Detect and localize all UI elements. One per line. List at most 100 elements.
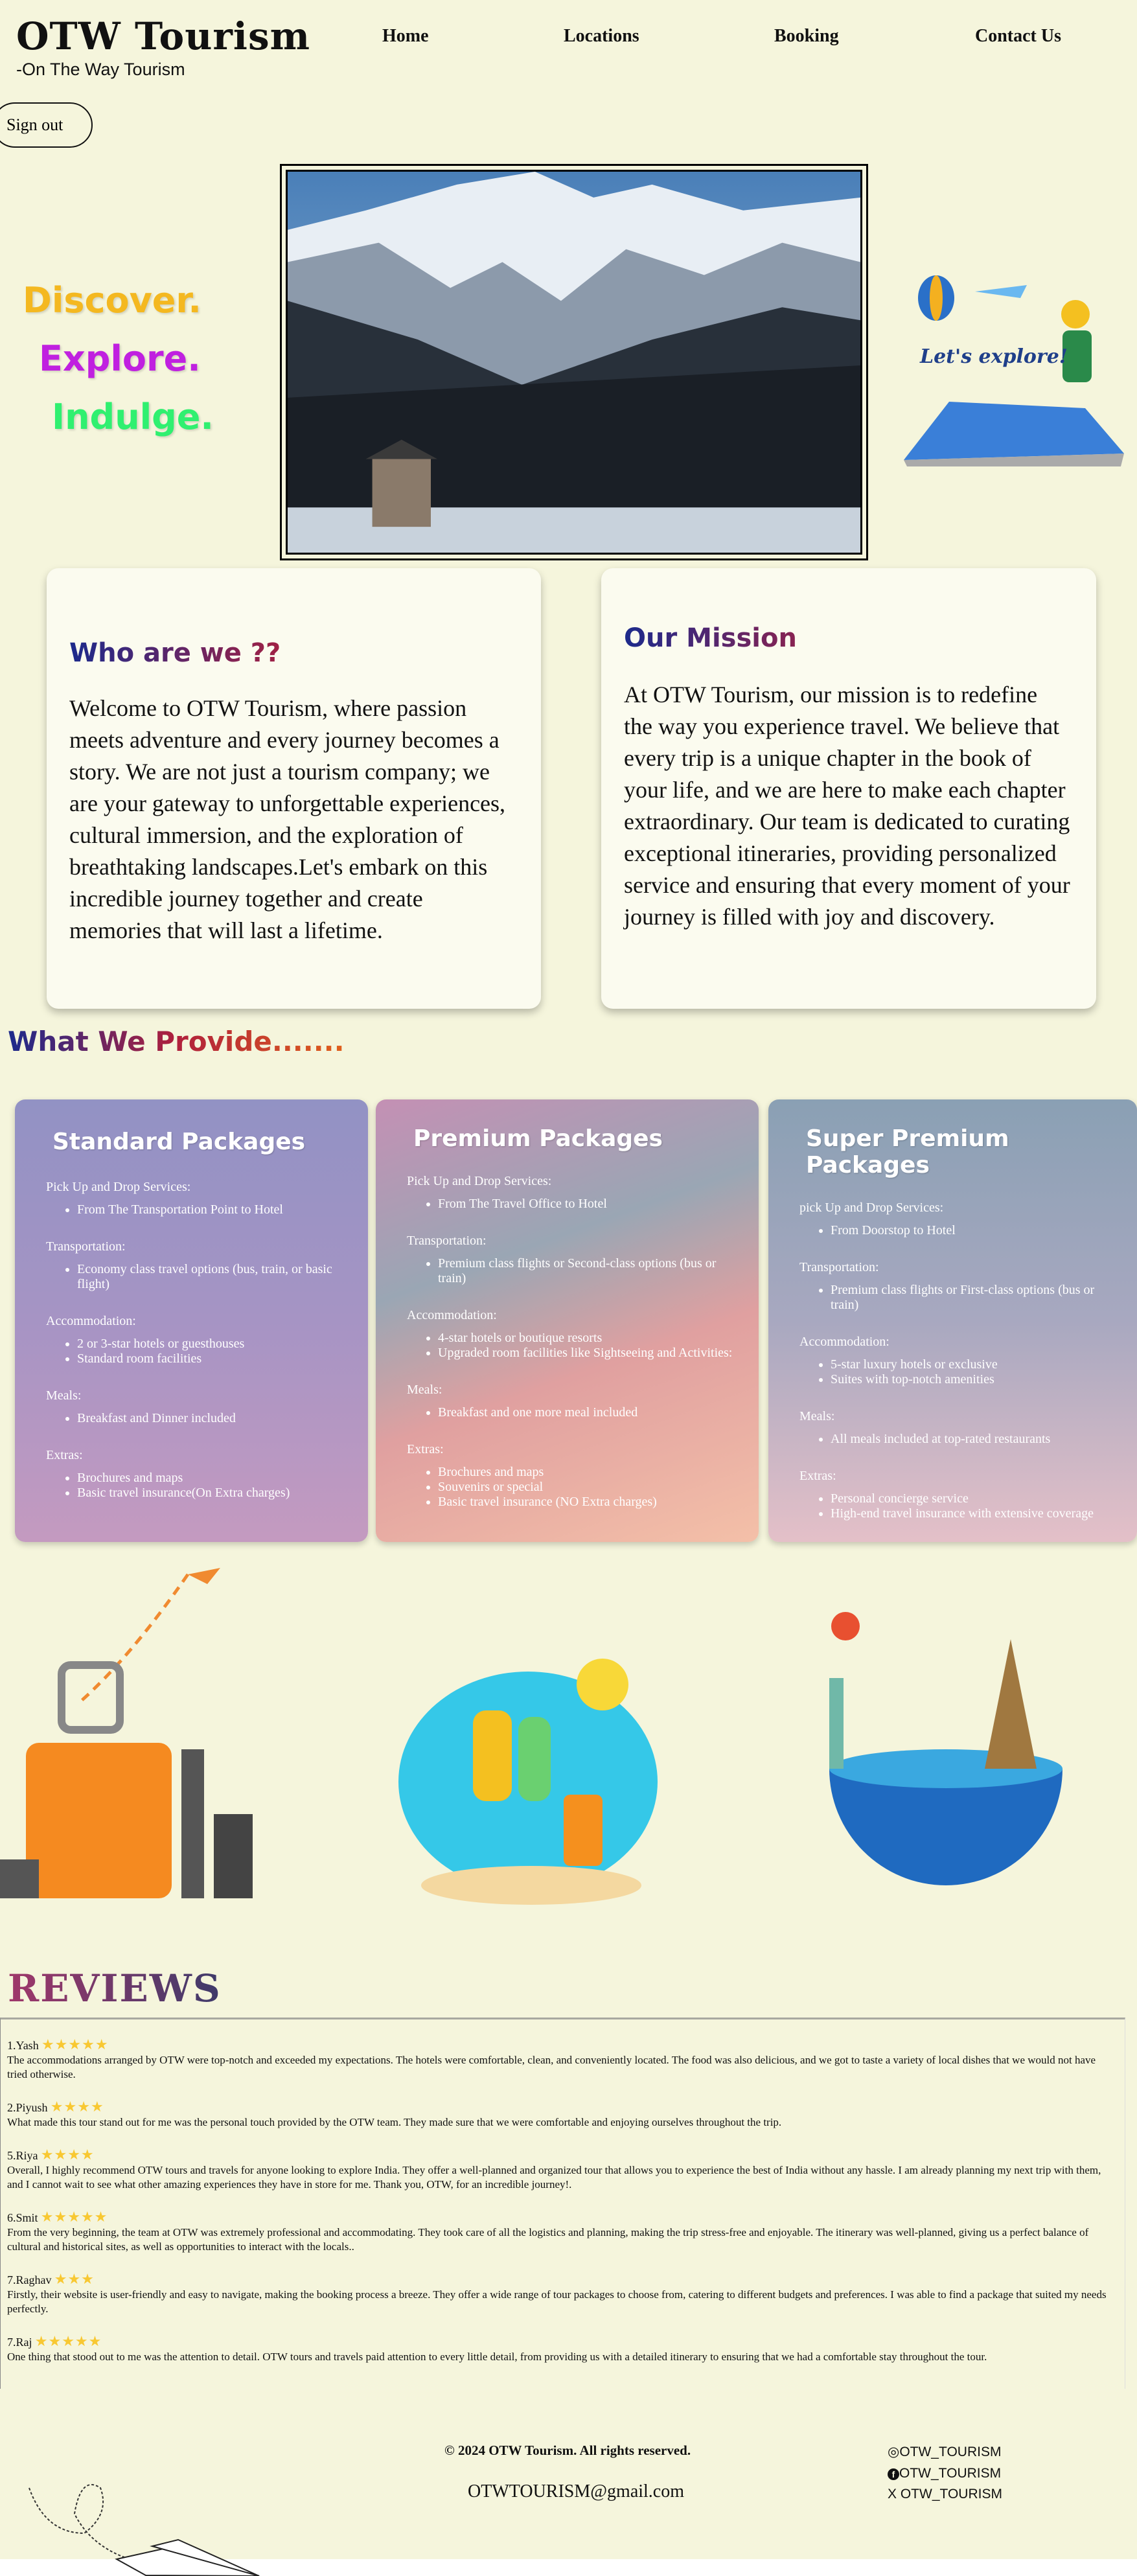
paper-plane-icon	[29, 2484, 260, 2576]
package-title: Premium Packages	[413, 1125, 663, 1152]
package-section-label: Meals:	[46, 1388, 82, 1403]
mountain-photo	[286, 170, 862, 555]
copyright-text: © 2024 OTW Tourism. All rights reserved.	[444, 2443, 691, 2458]
package-feature: 4-star hotels or boutique resorts	[438, 1331, 741, 1346]
package-feature: Brochures and maps	[438, 1465, 741, 1480]
package-section-label: Extras:	[407, 1442, 444, 1456]
lets-explore-text: Let's explore!	[919, 345, 1068, 368]
package-feature-list: 4-star hotels or boutique resortsUpgrade…	[438, 1331, 741, 1361]
site-tagline: -On The Way Tourism	[16, 60, 185, 79]
star-rating-icon: ★★★★	[50, 2099, 104, 2115]
package-feature: Breakfast and one more meal included	[438, 1405, 741, 1420]
package-feature: High-end travel insurance with extensive…	[831, 1506, 1119, 1521]
reviewer-name: 7.Raj	[7, 2336, 32, 2349]
review-item: 7.Raghav ★★★ Firstly, their website is us…	[7, 2272, 1115, 2316]
package-section-label: Transportation:	[799, 1260, 879, 1274]
package-feature-list: 5-star luxury hotels or exclusiveSuites …	[831, 1357, 1119, 1387]
package-feature: From The Transportation Point to Hotel	[77, 1202, 350, 1217]
instagram-icon: ◎	[888, 2444, 900, 2459]
x-icon: X	[888, 2487, 901, 2501]
package-section-label: Pick Up and Drop Services:	[407, 1174, 552, 1188]
package-feature: From The Travel Office to Hotel	[438, 1197, 741, 1212]
package-feature: 5-star luxury hotels or exclusive	[831, 1357, 1119, 1372]
package-feature-list: From The Travel Office to Hotel	[438, 1197, 741, 1212]
about-card: Who are we ?? Welcome to OTW Tourism, wh…	[47, 568, 541, 1009]
social-x[interactable]: X OTW_TOURISM	[888, 2487, 1002, 2502]
nav-home[interactable]: Home	[382, 26, 429, 47]
review-text: Overall, I highly recommend OTW tours an…	[7, 2164, 1101, 2191]
contact-email[interactable]: OTWTOURISM@gmail.com	[468, 2481, 684, 2502]
nav-contact-us[interactable]: Contact Us	[975, 26, 1061, 47]
mission-title: Our Mission	[624, 623, 1096, 653]
package-feature-list: Personal concierge serviceHigh-end trave…	[831, 1491, 1119, 1521]
tagline-indulge: Indulge.	[52, 397, 214, 437]
package-feature: Suites with top-notch amenities	[831, 1372, 1119, 1387]
package-section-label: Extras:	[799, 1469, 836, 1483]
family-beach-icon	[398, 1659, 658, 1905]
package-feature-list: From Doorstop to Hotel	[831, 1223, 1119, 1238]
package-section-label: Extras:	[46, 1448, 83, 1462]
review-item: 6.Smit ★★★★★ From the very beginning, the…	[7, 2210, 1115, 2254]
family-vacation-illustration	[389, 1633, 667, 1905]
package-feature-list: From The Transportation Point to Hotel	[77, 1202, 350, 1217]
package-feature: From Doorstop to Hotel	[831, 1223, 1119, 1238]
nav-booking[interactable]: Booking	[774, 26, 839, 47]
about-text: Welcome to OTW Tourism, where passion me…	[69, 695, 506, 943]
review-text: One thing that stood out to me was the a…	[7, 2351, 987, 2363]
facebook-icon: f	[888, 2468, 899, 2480]
package-feature-list: 2 or 3-star hotels or guesthousesStandar…	[77, 1337, 350, 1366]
package-feature: Premium class flights or Second-class op…	[438, 1256, 741, 1286]
star-rating-icon: ★★★★★	[34, 2333, 102, 2349]
package-feature: Brochures and maps	[77, 1471, 350, 1486]
package-title: Standard Packages	[52, 1129, 306, 1155]
review-text: What made this tour stand out for me was…	[7, 2116, 782, 2128]
package-feature-list: Breakfast and one more meal included	[438, 1405, 741, 1420]
package-feature: Personal concierge service	[831, 1491, 1119, 1506]
package-feature: All meals included at top-rated restaura…	[831, 1432, 1119, 1447]
social-instagram[interactable]: ◎OTW_TOURISM	[888, 2444, 1001, 2460]
reviewer-name: 5.Riya	[7, 2149, 38, 2162]
what-we-provide-heading: What We Provide.......	[8, 1026, 345, 1057]
package-section-label: Pick Up and Drop Services:	[46, 1180, 191, 1194]
site-logo[interactable]: OTW Tourism	[16, 14, 310, 58]
package-feature: Premium class flights or First-class opt…	[831, 1283, 1119, 1313]
package-card[interactable]: Standard Packages Pick Up and Drop Servic…	[15, 1099, 368, 1542]
lets-explore-illustration: Let's explore!	[897, 253, 1131, 466]
review-item: 2.Piyush ★★★★ What made this tour stand o…	[7, 2100, 1115, 2130]
sign-out-button[interactable]: Sign out	[0, 102, 93, 148]
reviewer-name: 2.Piyush	[7, 2101, 48, 2114]
package-feature: Breakfast and Dinner included	[77, 1411, 350, 1426]
package-feature-list: All meals included at top-rated restaura…	[831, 1432, 1119, 1447]
star-rating-icon: ★★★★	[40, 2146, 95, 2163]
tagline-explore: Explore.	[39, 338, 201, 379]
world-landmarks-illustration	[790, 1600, 1101, 1911]
review-item: 7.Raj ★★★★★ One thing that stood out to m…	[7, 2334, 1115, 2364]
tagline-discover: Discover.	[23, 280, 201, 321]
package-section-label: Meals:	[799, 1409, 835, 1423]
package-section-label: pick Up and Drop Services:	[799, 1201, 944, 1215]
social-facebook[interactable]: f OTW_TOURISM	[888, 2466, 1001, 2481]
package-card[interactable]: Premium Packages Pick Up and Drop Service…	[376, 1099, 759, 1542]
star-rating-icon: ★★★★★	[41, 2036, 109, 2053]
review-text: Firstly, their website is user-friendly …	[7, 2288, 1107, 2315]
package-feature: Upgraded room facilities like Sightseein…	[438, 1346, 741, 1361]
mission-text: At OTW Tourism, our mission is to redefi…	[624, 682, 1070, 930]
suitcase-icon	[0, 1568, 253, 1898]
review-item: 1.Yash ★★★★★ The accommodations arranged …	[7, 2038, 1115, 2082]
package-section-label: Transportation:	[46, 1239, 126, 1254]
package-card[interactable]: Super Premium Packages pick Up and Drop S…	[768, 1099, 1137, 1542]
package-section-label: Transportation:	[407, 1234, 487, 1248]
package-feature: Economy class travel options (bus, train…	[77, 1262, 350, 1292]
package-feature: Basic travel insurance (NO Extra charges…	[438, 1495, 741, 1510]
package-feature: Standard room facilities	[77, 1351, 350, 1366]
star-rating-icon: ★★★	[54, 2271, 95, 2287]
star-rating-icon: ★★★★★	[40, 2209, 108, 2225]
nav-locations[interactable]: Locations	[564, 26, 639, 47]
package-feature: Basic travel insurance(On Extra charges)	[77, 1486, 350, 1501]
reviewer-name: 6.Smit	[7, 2211, 38, 2224]
package-feature-list: Brochures and mapsBasic travel insurance…	[77, 1471, 350, 1501]
package-feature-list: Brochures and mapsSouvenirs or specialBa…	[438, 1465, 741, 1510]
review-text: From the very beginning, the team at OTW…	[7, 2226, 1089, 2253]
reviews-box[interactable]: 1.Yash ★★★★★ The accommodations arranged …	[0, 2018, 1125, 2389]
package-section-label: Accommodation:	[799, 1335, 890, 1349]
